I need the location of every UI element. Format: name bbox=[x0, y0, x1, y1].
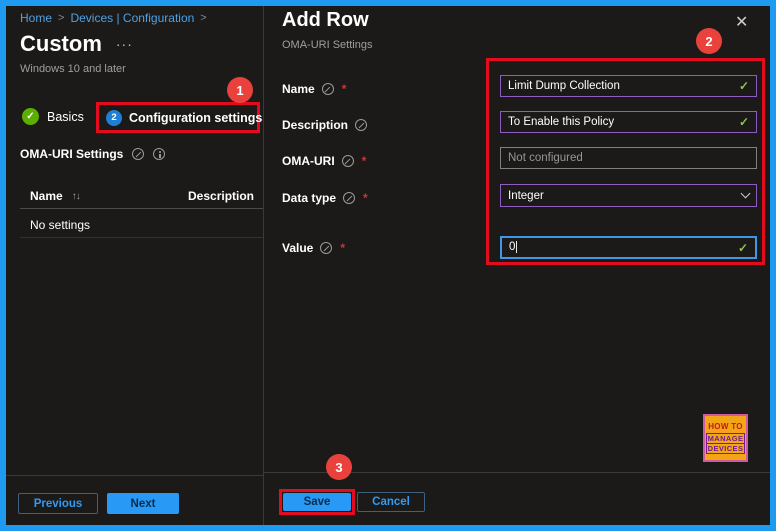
breadcrumb-home-link[interactable]: Home bbox=[20, 11, 52, 25]
panel-divider bbox=[263, 6, 264, 525]
required-marker: * bbox=[361, 154, 367, 168]
data-type-dropdown[interactable]: Integer bbox=[500, 184, 757, 207]
breadcrumb-devices-configuration-link[interactable]: Devices | Configuration bbox=[70, 11, 194, 25]
htmd-logo-line2: MANAGE bbox=[706, 434, 745, 444]
flyout-title: Add Row bbox=[282, 9, 369, 31]
cancel-button[interactable]: Cancel bbox=[357, 492, 425, 512]
value-input[interactable]: 0 ✓ bbox=[500, 236, 757, 259]
value-input-value: 0 bbox=[509, 241, 518, 254]
name-input-value: Limit Dump Collection bbox=[508, 80, 620, 92]
value-field-label: Value bbox=[282, 241, 314, 255]
data-type-selected-value: Integer bbox=[508, 189, 544, 202]
annotation-box-save: Save bbox=[279, 489, 355, 515]
info-bubble-icon[interactable] bbox=[320, 242, 333, 254]
next-button[interactable]: Next bbox=[107, 493, 179, 514]
info-circle-icon[interactable] bbox=[153, 148, 166, 160]
configuration-step-badge: 2 bbox=[106, 109, 122, 126]
annotation-box-configuration-settings: 2 Configuration settings bbox=[96, 102, 262, 133]
htmd-logo: HOW TO MANAGE DEVICES bbox=[703, 414, 748, 462]
previous-button[interactable]: Previous bbox=[18, 493, 98, 514]
chevron-down-icon bbox=[740, 188, 751, 199]
oma-uri-settings-label: OMA-URI Settings bbox=[20, 147, 124, 161]
oma-uri-field-label: OMA-URI bbox=[282, 154, 335, 168]
table-empty-row: No settings bbox=[30, 218, 91, 232]
description-input-value: To Enable this Policy bbox=[508, 116, 615, 128]
htmd-logo-line3: DEVICES bbox=[707, 444, 744, 453]
data-type-field-label: Data type bbox=[282, 191, 337, 205]
text-cursor bbox=[516, 241, 518, 254]
name-field-label: Name bbox=[282, 82, 315, 96]
oma-uri-field-label-row: OMA-URI * bbox=[282, 154, 366, 168]
data-type-field-label-row: Data type * bbox=[282, 191, 368, 205]
valid-check-icon: ✓ bbox=[738, 115, 749, 129]
more-options-icon[interactable]: ··· bbox=[116, 36, 133, 52]
required-marker: * bbox=[363, 191, 368, 205]
annotation-circle-1: 1 bbox=[227, 77, 253, 103]
oma-uri-input-placeholder: Not configured bbox=[508, 152, 583, 164]
table-header-divider bbox=[20, 208, 263, 209]
valid-check-icon: ✓ bbox=[738, 79, 749, 93]
close-icon[interactable]: ✕ bbox=[735, 12, 748, 32]
breadcrumb-separator: > bbox=[200, 12, 207, 24]
annotation-circle-2: 2 bbox=[696, 28, 722, 54]
valid-check-icon: ✓ bbox=[737, 240, 748, 255]
intune-custom-profile-window: Home > Devices | Configuration > Custom … bbox=[0, 0, 776, 531]
platform-subtitle: Windows 10 and later bbox=[20, 63, 126, 75]
table-header-name[interactable]: Name ↑↓ bbox=[30, 189, 81, 203]
required-marker: * bbox=[341, 82, 347, 96]
name-input[interactable]: Limit Dump Collection ✓ bbox=[500, 75, 757, 97]
oma-uri-input[interactable]: Not configured bbox=[500, 147, 757, 169]
flyout-subtitle: OMA-URI Settings bbox=[282, 39, 373, 51]
page-title: Custom ··· bbox=[20, 31, 133, 57]
required-marker: * bbox=[340, 241, 346, 255]
page-title-text: Custom bbox=[20, 31, 102, 56]
tab-basics-label: Basics bbox=[47, 109, 84, 124]
sort-icon: ↑↓ bbox=[71, 190, 81, 202]
description-field-label-row: Description bbox=[282, 118, 375, 132]
info-bubble-icon[interactable] bbox=[343, 192, 356, 204]
info-bubble-icon[interactable] bbox=[355, 119, 368, 131]
htmd-logo-line1: HOW TO bbox=[708, 422, 743, 431]
tab-configuration-settings[interactable]: Configuration settings bbox=[129, 111, 262, 125]
info-bubble-icon[interactable] bbox=[341, 155, 354, 167]
table-row-divider bbox=[20, 237, 263, 238]
value-field-label-row: Value * bbox=[282, 241, 345, 255]
left-footer-divider bbox=[6, 475, 263, 476]
description-input[interactable]: To Enable this Policy ✓ bbox=[500, 111, 757, 133]
basics-complete-check-icon: ✓ bbox=[22, 108, 39, 125]
annotation-circle-3: 3 bbox=[326, 454, 352, 480]
htmd-logo-grid: MANAGE DEVICES bbox=[705, 433, 746, 454]
save-button[interactable]: Save bbox=[283, 493, 351, 511]
info-bubble-icon[interactable] bbox=[132, 148, 145, 160]
description-field-label: Description bbox=[282, 118, 349, 132]
oma-uri-settings-section: OMA-URI Settings bbox=[20, 147, 166, 161]
info-bubble-icon[interactable] bbox=[321, 83, 334, 95]
tab-basics[interactable]: ✓ Basics bbox=[22, 108, 84, 125]
name-field-label-row: Name * bbox=[282, 82, 346, 96]
breadcrumb: Home > Devices | Configuration > bbox=[20, 11, 207, 25]
table-header-name-label: Name bbox=[30, 189, 63, 203]
breadcrumb-separator: > bbox=[58, 12, 65, 24]
table-header-description[interactable]: Description bbox=[188, 189, 254, 203]
